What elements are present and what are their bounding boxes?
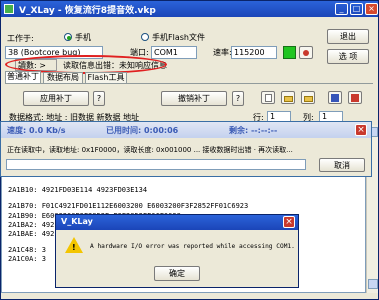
- workmode-label: 工作于:: [7, 34, 34, 43]
- open-folder-icon[interactable]: [281, 91, 295, 104]
- progress-title-bar: 速度: 0.0 Kb/s 已用时间: 0:00:06 剩余: --:--:-- …: [1, 122, 371, 138]
- error-message: A hardware I/O error was reported while …: [90, 243, 295, 250]
- tab-divider: [5, 83, 373, 84]
- tab-flash-tools[interactable]: Flash工具: [85, 72, 127, 83]
- options-button[interactable]: 选 项: [327, 49, 369, 64]
- window-title: V_XLay - 恢复流行8提音效.vkp: [19, 6, 156, 16]
- error-close-icon[interactable]: ×: [283, 216, 295, 228]
- baud-label: 速率:: [213, 48, 232, 57]
- cancel-button[interactable]: 取消: [319, 158, 365, 172]
- remaining-text: 剩余: --:--:--: [229, 126, 278, 135]
- tab-data-layout[interactable]: 数据布局: [43, 72, 83, 83]
- error-title-bar: V_KLay ×: [56, 215, 298, 230]
- baud-select[interactable]: 115200: [231, 46, 277, 59]
- apply-patch-button[interactable]: 应用补丁: [23, 91, 89, 106]
- title-bar: V_XLay - 恢复流行8提音效.vkp _ □ ×: [1, 1, 378, 17]
- app-icon: [4, 4, 14, 14]
- new-file-icon[interactable]: [261, 91, 275, 104]
- open-folder-icon-2[interactable]: [301, 91, 315, 104]
- error-title: V_KLay: [61, 217, 93, 226]
- radio-phone-label: 手机: [75, 33, 91, 42]
- apply-help-button[interactable]: ?: [93, 91, 105, 106]
- minimize-icon[interactable]: _: [335, 3, 348, 15]
- ok-button[interactable]: 确定: [154, 266, 200, 281]
- save-red-icon[interactable]: [348, 91, 362, 104]
- error-dialog: V_KLay × ! A hardware I/O error was repo…: [55, 214, 299, 288]
- save-icon[interactable]: [328, 91, 342, 104]
- log-line: 2A1B10: 4921FD03E114 4923FD03E134: [8, 186, 148, 194]
- progress-bar: [6, 159, 306, 170]
- status-green-button[interactable]: [283, 46, 296, 59]
- radio-flash[interactable]: [141, 33, 149, 41]
- close-icon[interactable]: ×: [365, 3, 378, 15]
- radio-flash-label: 手机Flash文件: [152, 33, 205, 42]
- log-line: 2A1C0A: 3: [8, 255, 46, 263]
- progress-close-icon[interactable]: ×: [355, 124, 367, 136]
- tab-normal-patch[interactable]: 普通补丁: [5, 71, 41, 83]
- scroll-down-icon[interactable]: [368, 279, 378, 289]
- speed-text: 速度: 0.0 Kb/s: [7, 126, 66, 135]
- maximize-icon[interactable]: □: [350, 3, 363, 15]
- record-icon[interactable]: [299, 46, 313, 59]
- log-line: 2A1C48: 3: [8, 246, 46, 254]
- progress-message: 正在读取中，读取地址: 0x1F0000，读取长度: 0x001000 ... …: [7, 146, 293, 154]
- progress-dialog: 速度: 0.0 Kb/s 已用时间: 0:00:06 剩余: --:--:-- …: [0, 121, 372, 177]
- exit-button[interactable]: 退出: [327, 29, 369, 44]
- undo-patch-button[interactable]: 撤销补丁: [161, 91, 227, 106]
- warning-mark: !: [72, 243, 76, 252]
- port-select[interactable]: COM1: [151, 46, 197, 59]
- radio-phone[interactable]: [64, 33, 72, 41]
- log-line: 2A1B70: F01C4921FD01E112E6003200 E600320…: [8, 202, 249, 210]
- undo-help-button[interactable]: ?: [232, 91, 244, 106]
- elapsed-text: 已用时间: 0:00:06: [106, 126, 179, 135]
